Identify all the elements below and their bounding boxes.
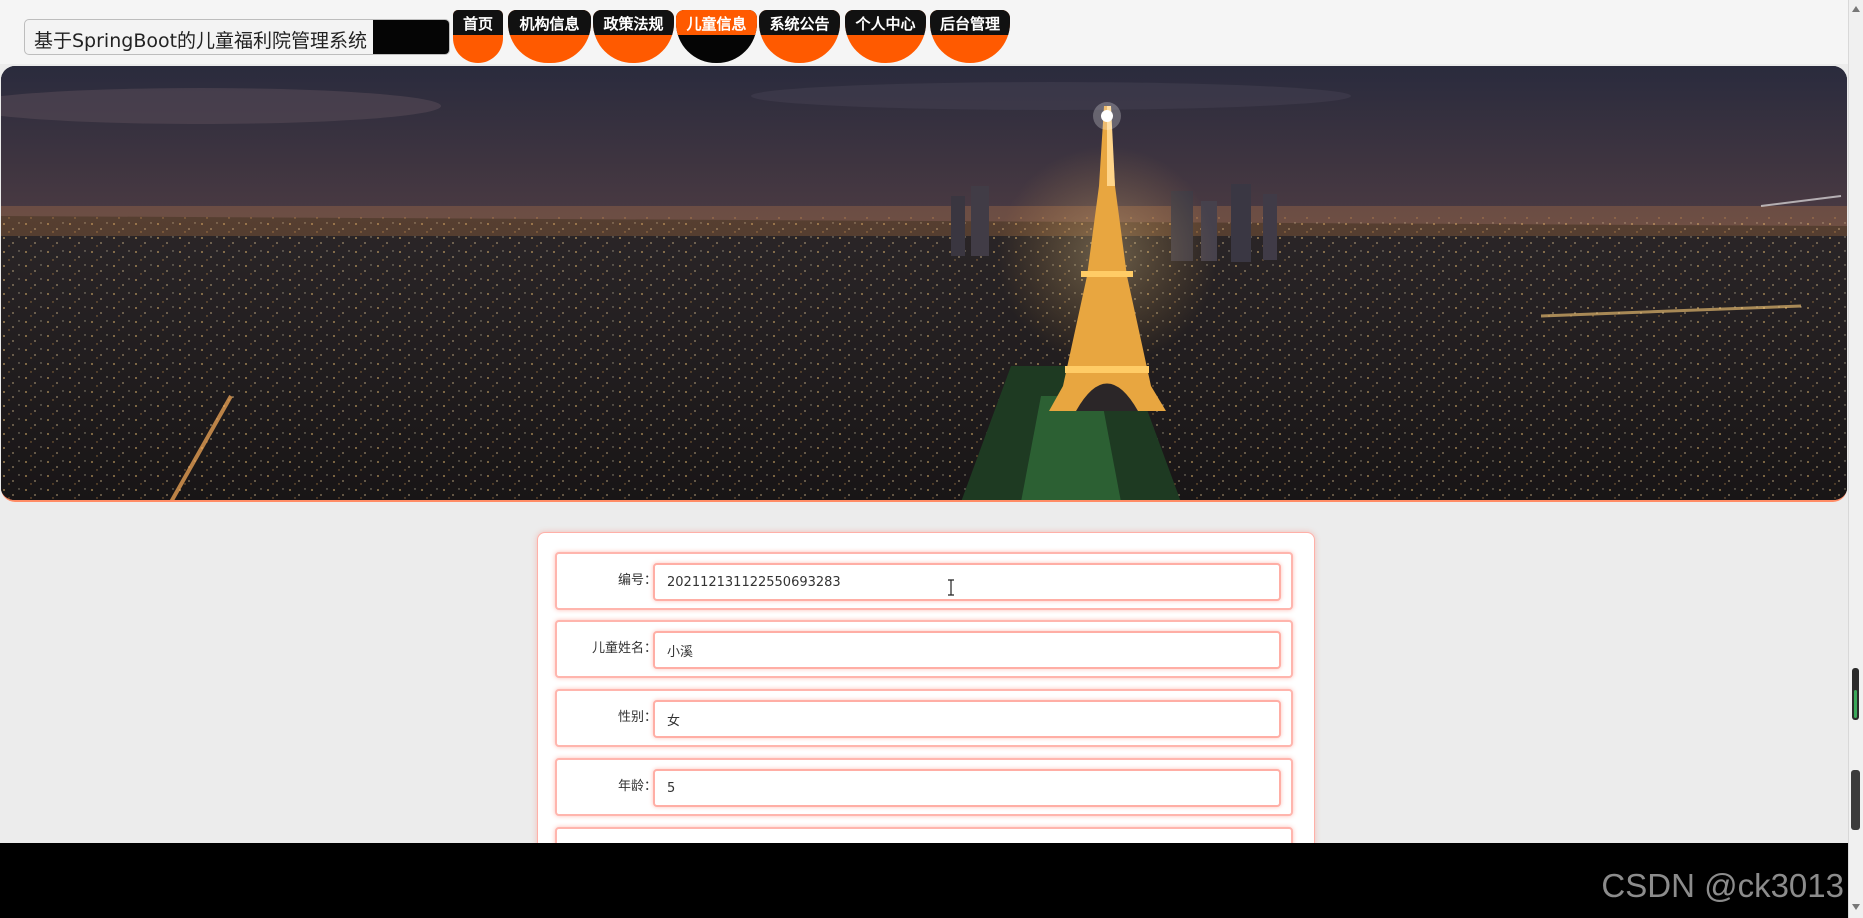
form-row-child-name: 儿童姓名： (555, 620, 1293, 678)
nav-item-announcements[interactable]: 系统公告 (759, 10, 840, 63)
nav-item-policies[interactable]: 政策法规 (593, 10, 674, 63)
nav-item-label: 后台管理 (939, 15, 1000, 33)
form-row-age: 年龄： (555, 758, 1293, 816)
nav-item-label: 儿童信息 (686, 15, 747, 33)
scroll-down-arrow-icon[interactable] (1852, 904, 1860, 910)
banner-image (1, 66, 1847, 500)
gender-field[interactable] (653, 700, 1281, 738)
nav-item-institution-info[interactable]: 机构信息 (508, 10, 591, 63)
nav-item-label: 政策法规 (603, 15, 664, 33)
brand-dark-block (373, 20, 449, 54)
text-cursor-icon (948, 579, 954, 596)
top-navigation: 基于SpringBoot的儿童福利院管理系统 首页 机构信息 政策法规 儿童信息… (0, 0, 1848, 64)
child-name-field[interactable] (653, 631, 1281, 669)
form-row-id: 编号： (555, 552, 1293, 610)
field-label-child-name: 儿童姓名： (591, 641, 657, 656)
site-title: 基于SpringBoot的儿童福利院管理系统 (34, 30, 368, 52)
field-label-age: 年龄： (617, 779, 657, 794)
age-field[interactable] (653, 769, 1281, 807)
banner-carousel[interactable] (1, 66, 1847, 502)
nav-item-admin[interactable]: 后台管理 (930, 10, 1010, 63)
scroll-up-arrow-icon[interactable] (1852, 6, 1860, 12)
field-label-gender: 性别： (617, 710, 657, 725)
nav-item-label: 系统公告 (769, 15, 830, 33)
scrollbar-thumb-secondary[interactable] (1851, 770, 1860, 830)
watermark-text: CSDN @ck3013 (1601, 867, 1844, 904)
site-brand: 基于SpringBoot的儿童福利院管理系统 (24, 19, 450, 55)
form-row-gender: 性别： (555, 689, 1293, 747)
page: 基于SpringBoot的儿童福利院管理系统 首页 机构信息 政策法规 儿童信息… (0, 0, 1863, 918)
field-label-id: 编号： (617, 573, 657, 588)
nav-item-label: 个人中心 (855, 15, 916, 33)
scrollbar-marker (1854, 690, 1857, 718)
page-scrollbar[interactable] (1848, 0, 1863, 918)
id-field[interactable] (653, 563, 1281, 601)
child-detail-form: 编号： 儿童姓名： 性别： 年龄： (537, 532, 1315, 854)
nav-item-personal-center[interactable]: 个人中心 (845, 10, 926, 63)
nav-item-label: 首页 (462, 15, 493, 33)
nav-item-label: 机构信息 (519, 15, 580, 33)
nav-item-home[interactable]: 首页 (453, 10, 503, 63)
nav-item-children-info[interactable]: 儿童信息 (676, 10, 757, 63)
bottom-black-strip: CSDN @ck3013 (0, 843, 1848, 918)
